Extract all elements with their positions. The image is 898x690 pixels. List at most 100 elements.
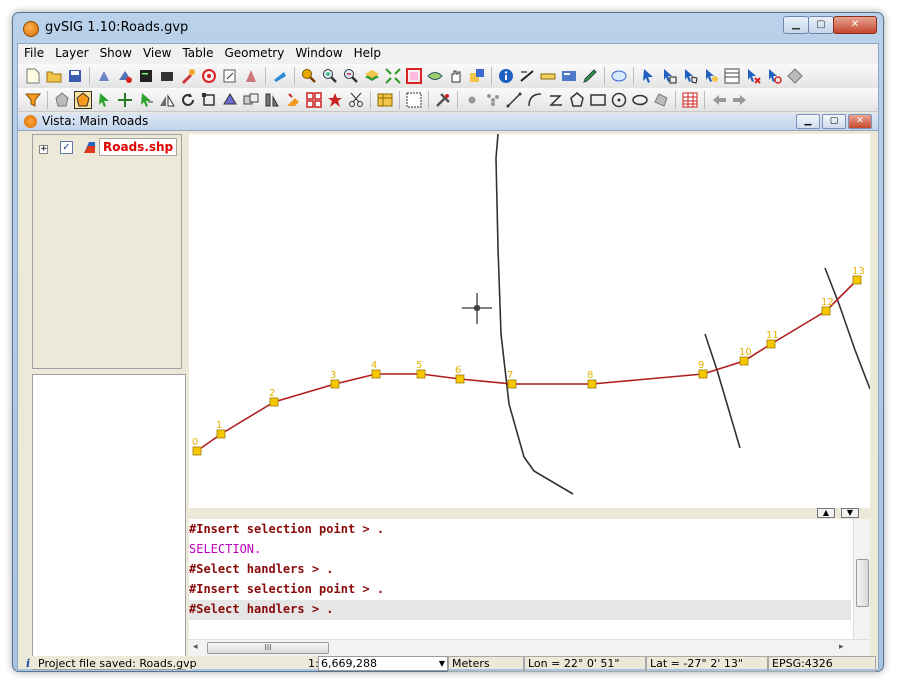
tools-icon[interactable]: [434, 91, 452, 109]
layers-stack-icon[interactable]: [363, 67, 381, 85]
undo-arrow-icon[interactable]: [710, 91, 728, 109]
eraser-icon[interactable]: [284, 91, 302, 109]
color-picker-icon[interactable]: [179, 67, 197, 85]
vertex-handle[interactable]: [739, 356, 749, 366]
select-arrow-icon[interactable]: [95, 91, 113, 109]
view-maximize-button[interactable]: ▢: [822, 114, 846, 129]
vertex-handle[interactable]: [416, 369, 426, 379]
select-circle-icon[interactable]: [765, 67, 783, 85]
layer-name[interactable]: Roads.shp: [99, 138, 178, 156]
info-icon[interactable]: [497, 67, 515, 85]
eye-icon[interactable]: [426, 67, 444, 85]
scale-selector[interactable]: 6,669,288 ▼: [318, 656, 448, 671]
vertex-handle[interactable]: [852, 275, 862, 285]
close-button[interactable]: ✕: [833, 16, 877, 34]
edited-road-polyline[interactable]: 01234 5 6 7 8910111213: [192, 266, 865, 456]
menu-table[interactable]: Table: [176, 44, 218, 64]
menu-file[interactable]: File: [18, 44, 49, 64]
console-scroll-thumb[interactable]: [856, 559, 869, 607]
locator-icon[interactable]: [271, 67, 289, 85]
vertex-handle[interactable]: [330, 379, 340, 389]
point-icon[interactable]: [463, 91, 481, 109]
scale-icon[interactable]: [200, 91, 218, 109]
explode-icon[interactable]: [242, 91, 260, 109]
full-extent-icon[interactable]: [384, 67, 402, 85]
vertex-handle[interactable]: [192, 446, 202, 456]
console-expand-button[interactable]: ▲: [817, 508, 835, 518]
minimize-button[interactable]: ▁: [783, 16, 809, 34]
filter-icon[interactable]: [24, 91, 42, 109]
terminal-icon[interactable]: [158, 67, 176, 85]
console-input-line[interactable]: #Select handlers > .: [189, 600, 851, 620]
vertex-handle[interactable]: [269, 397, 279, 407]
command-console[interactable]: #Insert selection point > . SELECTION. #…: [189, 519, 870, 639]
view-close-button[interactable]: ✕: [848, 114, 872, 129]
hyperlink-icon[interactable]: [610, 67, 628, 85]
invert-selection-icon[interactable]: [702, 67, 720, 85]
zoom-icon[interactable]: [300, 67, 318, 85]
table-tool-icon[interactable]: [376, 91, 394, 109]
polygon-icon[interactable]: [568, 91, 586, 109]
layer-visibility-checkbox[interactable]: ✓: [60, 141, 73, 154]
menu-geometry[interactable]: Geometry: [218, 44, 289, 64]
polyline-icon[interactable]: [547, 91, 565, 109]
maximize-button[interactable]: ▢: [808, 16, 834, 34]
menu-show[interactable]: Show: [94, 44, 137, 64]
rectangle-icon[interactable]: [589, 91, 607, 109]
attribute-table-icon[interactable]: [681, 91, 699, 109]
multipoint-icon[interactable]: [484, 91, 502, 109]
console-horizontal-scrollbar[interactable]: ◂ III ▸: [189, 639, 870, 656]
vertex-handle[interactable]: [371, 369, 381, 379]
vertex-handle[interactable]: [698, 369, 708, 379]
line-icon[interactable]: [505, 91, 523, 109]
remove-layer-icon[interactable]: [116, 67, 134, 85]
autocomplete-polygon-icon[interactable]: [652, 91, 670, 109]
vertex-handle[interactable]: [766, 339, 776, 349]
menu-window[interactable]: Window: [289, 44, 347, 64]
vertex-handle[interactable]: [821, 306, 831, 316]
zoom-select-icon[interactable]: [405, 67, 423, 85]
pentagon-icon[interactable]: [53, 91, 71, 109]
move-icon[interactable]: [116, 91, 134, 109]
select-by-attribute-icon[interactable]: [723, 67, 741, 85]
cut-scissors-icon[interactable]: [347, 91, 365, 109]
console-collapse-button[interactable]: ▼: [841, 508, 859, 518]
redo-arrow-icon[interactable]: [731, 91, 749, 109]
edit-note-icon[interactable]: [221, 67, 239, 85]
measure-ruler-icon[interactable]: [539, 67, 557, 85]
vertex-handle[interactable]: [216, 429, 226, 439]
select-polygon-icon[interactable]: [681, 67, 699, 85]
circle-icon[interactable]: [610, 91, 628, 109]
select-rectangle-icon[interactable]: [660, 67, 678, 85]
dropdown-arrow-icon[interactable]: ▼: [439, 657, 445, 670]
arc-icon[interactable]: [526, 91, 544, 109]
tree-layer-icon[interactable]: [242, 67, 260, 85]
zoom-in-icon[interactable]: [321, 67, 339, 85]
dotted-frame-icon[interactable]: [405, 91, 423, 109]
select-pointer-icon[interactable]: [639, 67, 657, 85]
graphic-pen-icon[interactable]: [581, 67, 599, 85]
rotate-icon[interactable]: [179, 91, 197, 109]
stretch-icon[interactable]: [221, 91, 239, 109]
save-icon[interactable]: [66, 67, 84, 85]
new-file-icon[interactable]: [24, 67, 42, 85]
polyline-path[interactable]: [196, 279, 858, 452]
zoom-out-icon[interactable]: [342, 67, 360, 85]
star-pin-icon[interactable]: [326, 91, 344, 109]
clear-selection-icon[interactable]: [744, 67, 762, 85]
symmetry-icon[interactable]: [158, 91, 176, 109]
vertex-handle[interactable]: [455, 374, 465, 384]
open-folder-icon[interactable]: [45, 67, 63, 85]
select-buffer-icon[interactable]: [786, 67, 804, 85]
menu-layer[interactable]: Layer: [49, 44, 93, 64]
join-icon[interactable]: [263, 91, 281, 109]
add-layer-icon[interactable]: [95, 67, 113, 85]
menu-view[interactable]: View: [137, 44, 176, 64]
edit-vertex-icon[interactable]: [74, 90, 92, 109]
expand-node-icon[interactable]: +: [39, 145, 48, 154]
scroll-right-icon[interactable]: ▸: [839, 642, 844, 652]
scroll-left-icon[interactable]: ◂: [193, 642, 198, 652]
view-minimize-button[interactable]: ▁: [796, 114, 820, 129]
pan-hand-icon[interactable]: [447, 67, 465, 85]
copy-icon[interactable]: [137, 91, 155, 109]
